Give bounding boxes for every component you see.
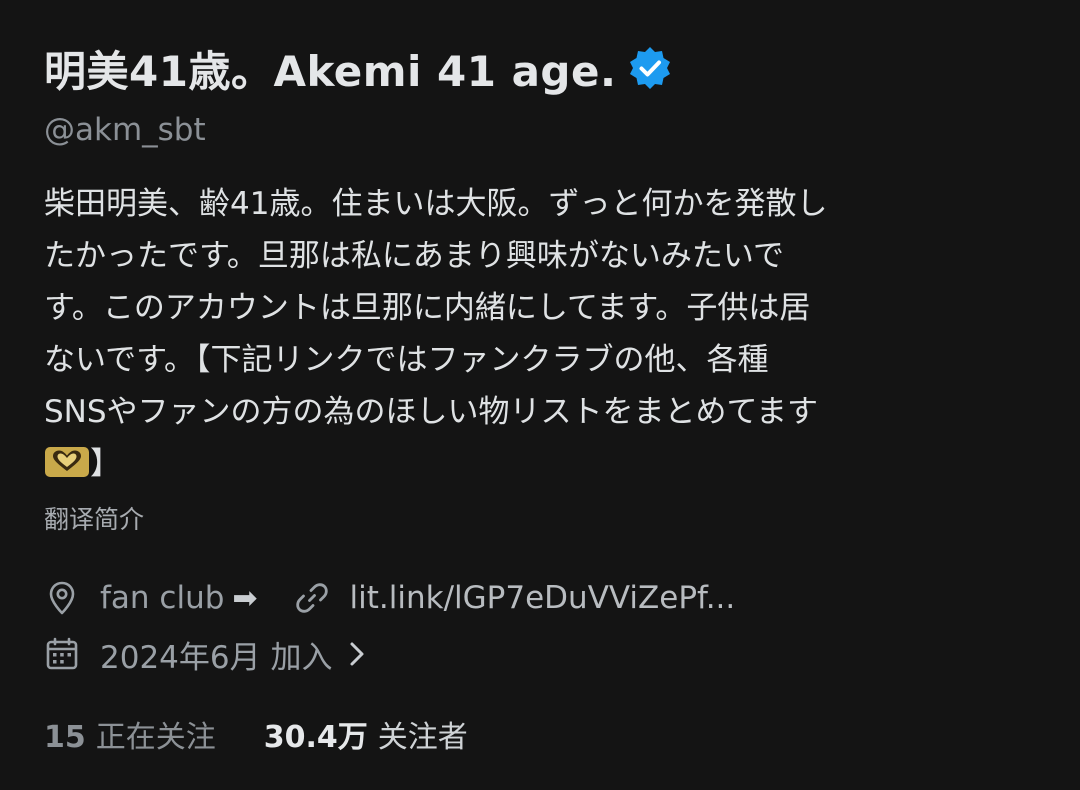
- following-label: 正在关注: [95, 720, 216, 755]
- following-count: 15: [44, 720, 86, 755]
- profile-link[interactable]: lit.link/lGP7eDuVViZePf...: [294, 580, 736, 616]
- follow-stats: 15 正在关注 30.4万 关注者: [44, 712, 1044, 762]
- bio-line-last: 】: [44, 438, 1024, 490]
- profile-bio: 柴田明美、齢41歳。住まいは大阪。ずっと何かを発散し たかったです。旦那は私にあ…: [44, 178, 1024, 490]
- followers-label: 关注者: [377, 720, 468, 755]
- location-arrow: ➡: [232, 580, 258, 616]
- chevron-right-icon[interactable]: [346, 640, 368, 668]
- calendar-icon: [44, 636, 80, 672]
- location-text: fan club: [100, 580, 225, 616]
- verified-badge-icon[interactable]: [626, 44, 674, 92]
- followers-stat[interactable]: 30.4万 关注者: [264, 712, 468, 756]
- bio-suffix: 】: [90, 446, 121, 482]
- followers-count: 30.4万: [263, 720, 368, 755]
- following-stat[interactable]: 15 正在关注: [44, 712, 216, 756]
- name-row: 明美41歳。Akemi 41 age.: [44, 36, 1044, 100]
- bio-line: SNSやファンの方の為のほしい物リストをまとめてます: [44, 394, 818, 430]
- profile-header: 明美41歳。Akemi 41 age. @akm_sbt 柴田明美、齢41歳。住…: [44, 36, 1044, 762]
- user-handle: @akm_sbt: [44, 112, 206, 148]
- link-text[interactable]: lit.link/lGP7eDuVViZePf...: [350, 580, 736, 616]
- bio-line: たかったです。旦那は私にあまり興味がないみたいで: [44, 238, 784, 274]
- bio-line: す。このアカウントは旦那に内緒にしてます。子供は居: [44, 290, 811, 326]
- bio-line: ないです。【下記リンクではファンクラブの他、各種: [44, 342, 769, 378]
- translate-bio-link[interactable]: 翻译简介: [44, 500, 1044, 540]
- link-icon: [294, 580, 330, 616]
- location-pin-icon: [44, 580, 80, 616]
- profile-meta-location-link: fan club ➡ lit.link/lGP7eDuVViZePf...: [44, 570, 1044, 626]
- bio-line: 柴田明美、齢41歳。住まいは大阪。ずっと何かを発散し: [44, 186, 828, 222]
- profile-meta-joined: 2024年6月 加入: [44, 626, 1044, 682]
- display-name: 明美41歳。Akemi 41 age.: [44, 46, 617, 96]
- heart-hands-icon: [44, 444, 90, 480]
- joined-date[interactable]: 2024年6月 加入: [100, 632, 332, 677]
